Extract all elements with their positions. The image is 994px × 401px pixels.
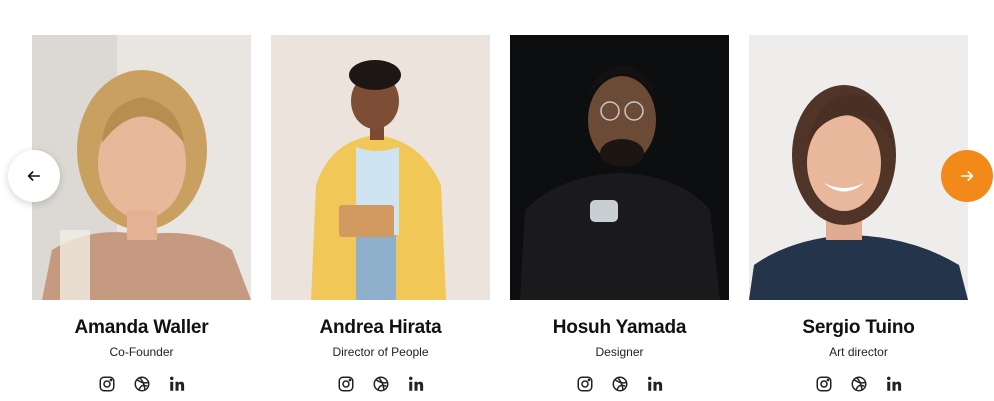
member-socials [510,374,729,394]
member-photo [749,35,968,300]
member-photo-image [749,35,968,300]
dribbble-icon[interactable] [371,374,391,394]
instagram-icon[interactable] [336,374,356,394]
carousel-prev-button[interactable] [8,150,60,202]
member-socials [32,374,251,394]
member-photo-image [32,35,251,300]
dribbble-icon[interactable] [849,374,869,394]
carousel-next-button[interactable] [941,150,993,202]
team-carousel: Amanda Waller Co-Founder Andrea Hirata D… [32,35,968,394]
dribbble-icon[interactable] [132,374,152,394]
member-socials [749,374,968,394]
team-member-card: Hosuh Yamada Designer [510,35,729,394]
member-name: Andrea Hirata [319,317,442,338]
linkedin-icon[interactable] [884,374,904,394]
member-role: Director of People [332,345,429,359]
linkedin-icon[interactable] [406,374,426,394]
member-role: Art director [829,345,888,359]
linkedin-icon[interactable] [167,374,187,394]
dribbble-icon[interactable] [610,374,630,394]
team-member-card: Andrea Hirata Director of People [271,35,490,394]
linkedin-icon[interactable] [645,374,665,394]
member-photo [32,35,251,300]
member-photo-image [510,35,729,300]
member-role: Co-Founder [109,345,174,359]
instagram-icon[interactable] [97,374,117,394]
instagram-icon[interactable] [575,374,595,394]
member-role: Designer [595,345,644,359]
member-socials [271,374,490,394]
member-name: Sergio Tuino [802,317,915,338]
instagram-icon[interactable] [814,374,834,394]
member-name: Amanda Waller [74,317,209,338]
arrow-left-icon [27,171,41,181]
member-photo [510,35,729,300]
team-member-card: Amanda Waller Co-Founder [32,35,251,394]
arrow-right-icon [960,171,974,181]
member-photo [271,35,490,300]
member-name: Hosuh Yamada [552,317,687,338]
team-member-card: Sergio Tuino Art director [749,35,968,394]
member-photo-image [271,35,490,300]
